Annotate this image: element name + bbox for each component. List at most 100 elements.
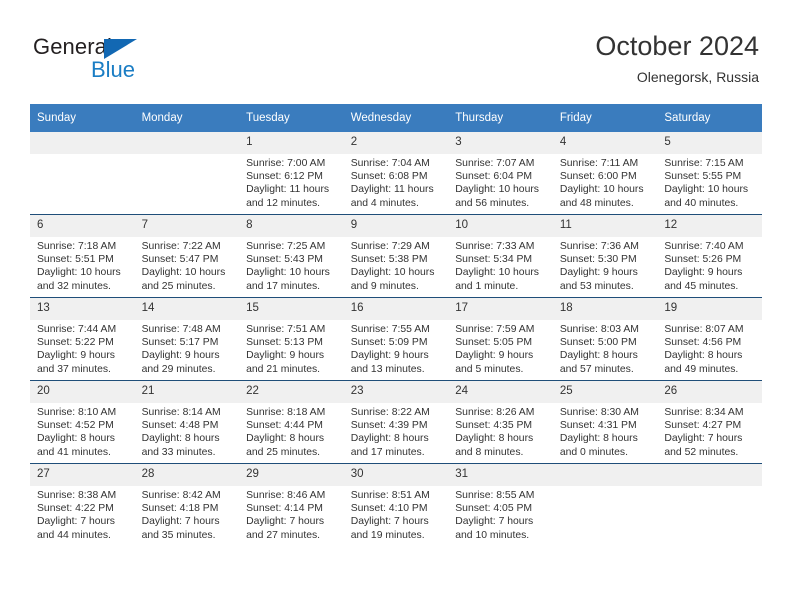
sun-info-line: and 40 minutes. bbox=[664, 197, 739, 209]
sun-info-line: Sunset: 5:22 PM bbox=[37, 337, 114, 349]
sun-info-line: Sunset: 5:51 PM bbox=[37, 254, 114, 266]
day-number: 18 bbox=[552, 298, 658, 320]
sun-info: Sunrise: 7:33 AM Sunset: 5:34 PM Daylight:… bbox=[448, 237, 553, 293]
general-blue-logo[interactable]: General Blue bbox=[33, 34, 253, 90]
day-number: 6 bbox=[30, 215, 135, 237]
calendar-day-cell[interactable]: 10 Sunrise: 7:33 AM Sunset: 5:34 PM Dayligh… bbox=[448, 214, 553, 298]
calendar-day-cell[interactable]: 9 Sunrise: 7:29 AM Sunset: 5:38 PM Daylight… bbox=[343, 214, 449, 298]
calendar-day-cell[interactable]: 4 Sunrise: 7:11 AM Sunset: 6:00 PM Daylight… bbox=[552, 132, 658, 215]
calendar-day-cell[interactable]: 3 Sunrise: 7:07 AM Sunset: 6:04 PM Daylight… bbox=[448, 132, 553, 215]
weekday-header-sunday: Sunday bbox=[30, 104, 135, 132]
sun-info-line: Sunrise: 8:38 AM bbox=[37, 490, 117, 501]
calendar-day-cell[interactable]: 6 Sunrise: 7:18 AM Sunset: 5:51 PM Daylight… bbox=[30, 214, 135, 298]
calendar-day-cell[interactable]: 26 Sunrise: 8:34 AM Sunset: 4:27 PM Dayligh… bbox=[657, 380, 762, 464]
sun-info: Sunrise: 7:15 AM Sunset: 5:55 PM Daylight:… bbox=[657, 154, 762, 210]
sun-info-line: Sunrise: 8:42 AM bbox=[141, 490, 221, 501]
sun-info-line: Sunset: 4:10 PM bbox=[350, 503, 428, 515]
calendar-day-cell[interactable]: 18 Sunrise: 8:03 AM Sunset: 5:00 PM Dayligh… bbox=[552, 297, 658, 381]
sun-info-line: Daylight: 7 hours bbox=[141, 516, 220, 528]
day-number bbox=[134, 132, 240, 154]
day-number bbox=[657, 464, 762, 486]
calendar-week-row: 6 Sunrise: 7:18 AM Sunset: 5:51 PM Daylight… bbox=[30, 214, 762, 298]
calendar-day-cell[interactable]: 27 Sunrise: 8:38 AM Sunset: 4:22 PM Dayligh… bbox=[30, 463, 135, 546]
sun-info-line: Sunrise: 7:22 AM bbox=[141, 241, 221, 252]
sun-info-line: Sunset: 5:43 PM bbox=[246, 254, 323, 266]
calendar-day-cell[interactable]: 16 Sunrise: 7:55 AM Sunset: 5:09 PM Dayligh… bbox=[343, 297, 449, 381]
calendar-day-cell[interactable]: 31 Sunrise: 8:55 AM Sunset: 4:05 PM Dayligh… bbox=[448, 463, 553, 546]
sun-info-line: Sunset: 4:44 PM bbox=[246, 420, 323, 432]
sun-info: Sunrise: 7:11 AM Sunset: 6:00 PM Daylight:… bbox=[553, 154, 658, 210]
day-number: 25 bbox=[552, 381, 658, 403]
calendar-day-cell[interactable]: 30 Sunrise: 8:51 AM Sunset: 4:10 PM Dayligh… bbox=[343, 463, 449, 546]
sun-info: Sunrise: 8:42 AM Sunset: 4:18 PM Daylight:… bbox=[135, 486, 240, 542]
day-number: 19 bbox=[657, 298, 762, 320]
calendar-day-cell[interactable]: 24 Sunrise: 8:26 AM Sunset: 4:35 PM Dayligh… bbox=[448, 380, 553, 464]
calendar-cell-empty bbox=[552, 463, 658, 546]
calendar-day-cell[interactable]: 23 Sunrise: 8:22 AM Sunset: 4:39 PM Dayligh… bbox=[343, 380, 449, 464]
weekday-header-thursday: Thursday bbox=[448, 104, 553, 132]
calendar-day-cell[interactable]: 15 Sunrise: 7:51 AM Sunset: 5:13 PM Dayligh… bbox=[239, 297, 344, 381]
calendar-day-cell[interactable]: 7 Sunrise: 7:22 AM Sunset: 5:47 PM Daylight… bbox=[134, 214, 240, 298]
calendar-day-cell[interactable]: 14 Sunrise: 7:48 AM Sunset: 5:17 PM Dayligh… bbox=[134, 297, 240, 381]
sun-info-line: and 41 minutes. bbox=[37, 446, 111, 458]
title-block: October 2024 Olenegorsk, Russia bbox=[595, 30, 759, 87]
day-number: 2 bbox=[343, 132, 449, 154]
calendar-day-cell[interactable]: 29 Sunrise: 8:46 AM Sunset: 4:14 PM Dayligh… bbox=[239, 463, 344, 546]
calendar-day-cell[interactable]: 1 Sunrise: 7:00 AM Sunset: 6:12 PM Daylight… bbox=[239, 132, 344, 215]
calendar-cell-empty bbox=[134, 132, 240, 215]
sun-info-line: Daylight: 10 hours bbox=[559, 184, 644, 196]
calendar-day-cell[interactable]: 22 Sunrise: 8:18 AM Sunset: 4:44 PM Dayligh… bbox=[239, 380, 344, 464]
sun-info-line: Daylight: 10 hours bbox=[246, 267, 330, 279]
calendar-day-cell[interactable]: 12 Sunrise: 7:40 AM Sunset: 5:26 PM Dayligh… bbox=[657, 214, 762, 298]
sun-info-line: Sunrise: 8:26 AM bbox=[455, 407, 535, 418]
sun-info-line: and 45 minutes. bbox=[664, 280, 739, 292]
calendar-week-row: 20 Sunrise: 8:10 AM Sunset: 4:52 PM Dayligh… bbox=[30, 380, 762, 464]
calendar-day-cell[interactable]: 5 Sunrise: 7:15 AM Sunset: 5:55 PM Daylight… bbox=[657, 132, 762, 215]
sun-info-line: Sunset: 5:30 PM bbox=[559, 254, 637, 266]
sun-info-line: and 35 minutes. bbox=[141, 529, 216, 541]
calendar-day-cell[interactable]: 28 Sunrise: 8:42 AM Sunset: 4:18 PM Dayligh… bbox=[134, 463, 240, 546]
calendar-day-cell[interactable]: 2 Sunrise: 7:04 AM Sunset: 6:08 PM Daylight… bbox=[343, 132, 449, 215]
sun-info-line: and 13 minutes. bbox=[350, 363, 425, 375]
day-number: 11 bbox=[552, 215, 658, 237]
sun-info-line: Daylight: 10 hours bbox=[455, 184, 539, 196]
sun-info-line: Sunset: 6:00 PM bbox=[559, 171, 637, 183]
sun-info-line: Daylight: 10 hours bbox=[664, 184, 749, 196]
sun-info-line: and 37 minutes. bbox=[37, 363, 111, 375]
calendar-day-cell[interactable]: 21 Sunrise: 8:14 AM Sunset: 4:48 PM Dayligh… bbox=[134, 380, 240, 464]
sun-info-line: Daylight: 9 hours bbox=[246, 350, 325, 362]
sun-info-line: Daylight: 9 hours bbox=[455, 350, 534, 362]
weekday-header-wednesday: Wednesday bbox=[343, 104, 449, 132]
sun-info: Sunrise: 7:36 AM Sunset: 5:30 PM Daylight:… bbox=[553, 237, 658, 293]
sun-info-line: Sunrise: 7:25 AM bbox=[246, 241, 326, 252]
sun-info-line: and 49 minutes. bbox=[664, 363, 739, 375]
calendar-day-cell[interactable]: 17 Sunrise: 7:59 AM Sunset: 5:05 PM Dayligh… bbox=[448, 297, 553, 381]
calendar-day-cell[interactable]: 13 Sunrise: 7:44 AM Sunset: 5:22 PM Dayligh… bbox=[30, 297, 135, 381]
calendar-day-cell[interactable]: 25 Sunrise: 8:30 AM Sunset: 4:31 PM Dayligh… bbox=[552, 380, 658, 464]
sun-info-line: Sunrise: 8:55 AM bbox=[455, 490, 535, 501]
day-number: 30 bbox=[343, 464, 449, 486]
sun-info-line: Daylight: 10 hours bbox=[141, 267, 226, 279]
calendar-cell-empty bbox=[30, 132, 135, 215]
calendar-day-cell[interactable]: 19 Sunrise: 8:07 AM Sunset: 4:56 PM Dayligh… bbox=[657, 297, 762, 381]
calendar-day-cell[interactable]: 11 Sunrise: 7:36 AM Sunset: 5:30 PM Dayligh… bbox=[552, 214, 658, 298]
sun-info-line: Sunrise: 8:34 AM bbox=[664, 407, 744, 418]
sun-info: Sunrise: 7:40 AM Sunset: 5:26 PM Daylight:… bbox=[657, 237, 762, 293]
sun-info-line: and 17 minutes. bbox=[350, 446, 425, 458]
sun-info-line: and 8 minutes. bbox=[455, 446, 524, 458]
sun-info-line: Sunrise: 8:51 AM bbox=[350, 490, 430, 501]
weekday-header-monday: Monday bbox=[134, 104, 240, 132]
sun-info-line: Sunset: 5:09 PM bbox=[350, 337, 428, 349]
day-number: 29 bbox=[239, 464, 344, 486]
day-number: 26 bbox=[657, 381, 762, 403]
calendar-day-cell[interactable]: 20 Sunrise: 8:10 AM Sunset: 4:52 PM Dayligh… bbox=[30, 380, 135, 464]
sun-info: Sunrise: 7:07 AM Sunset: 6:04 PM Daylight:… bbox=[448, 154, 553, 210]
sun-info: Sunrise: 8:07 AM Sunset: 4:56 PM Daylight:… bbox=[657, 320, 762, 376]
day-number: 10 bbox=[448, 215, 553, 237]
sun-info-line: Daylight: 8 hours bbox=[141, 433, 220, 445]
sun-info-line: Daylight: 10 hours bbox=[37, 267, 121, 279]
calendar-day-cell[interactable]: 8 Sunrise: 7:25 AM Sunset: 5:43 PM Daylight… bbox=[239, 214, 344, 298]
sun-info-line: and 27 minutes. bbox=[246, 529, 321, 541]
day-number: 4 bbox=[552, 132, 658, 154]
day-number: 7 bbox=[134, 215, 240, 237]
